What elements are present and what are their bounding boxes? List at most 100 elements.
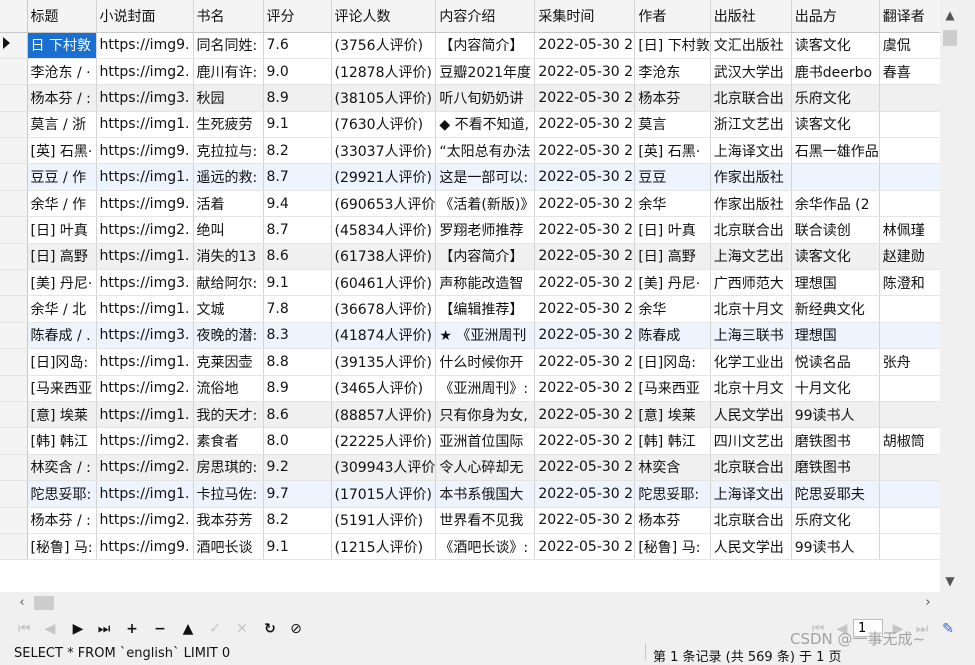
table-cell[interactable]: 9.2 xyxy=(263,454,332,482)
table-cell[interactable]: 文汇出版社 xyxy=(710,32,792,59)
table-cell[interactable]: [美] 丹尼· xyxy=(27,269,97,297)
table-row[interactable]: [美] 丹尼· https://img3. 献给阿尔: 9.1 (60461人评价) 声称… xyxy=(0,269,958,297)
table-cell[interactable]: 广西师范大 xyxy=(710,269,792,297)
table-cell[interactable]: 9.1 xyxy=(263,533,332,561)
scroll-down-icon[interactable]: ▼ xyxy=(940,572,960,590)
row-header[interactable] xyxy=(0,480,28,508)
column-header[interactable]: 评论人数 xyxy=(331,0,437,33)
table-cell[interactable]: 只有你身为女, xyxy=(435,401,536,429)
table-cell[interactable]: (45834人评价) xyxy=(331,216,437,244)
table-row[interactable]: [英] 石黑· https://img9. 克拉拉与: 8.2 (33037人评价) “太… xyxy=(0,137,958,165)
first-record-icon[interactable]: ⏮ xyxy=(14,619,34,639)
next-record-icon[interactable]: ▶ xyxy=(68,619,88,639)
table-cell[interactable]: 林奕含 / : xyxy=(27,454,97,482)
table-cell[interactable]: 99读书人 xyxy=(791,401,880,429)
column-header[interactable]: 出版社 xyxy=(710,0,792,33)
column-header[interactable]: 出品方 xyxy=(791,0,880,33)
row-header[interactable] xyxy=(0,375,28,402)
table-cell[interactable]: 房思琪的: xyxy=(193,454,264,482)
table-cell[interactable]: 9.0 xyxy=(263,58,332,86)
horizontal-scroll-thumb[interactable] xyxy=(34,596,54,610)
table-row[interactable]: [秘鲁] 马: https://img9. 酒吧长谈 9.1 (1215人评价) 《酒吧长… xyxy=(0,533,958,561)
table-cell[interactable]: 2022-05-30 2 xyxy=(534,269,636,297)
table-cell[interactable]: 鹿川有许: xyxy=(193,58,264,86)
table-cell[interactable]: 什么时候你开 xyxy=(435,348,536,376)
table-cell[interactable]: 乐府文化 xyxy=(791,507,880,534)
table-cell[interactable]: 人民文学出 xyxy=(710,533,792,561)
table-cell[interactable]: [美] 丹尼· xyxy=(634,269,711,297)
table-row[interactable]: [日] 高野 https://img1. 消失的13 8.6 (61738人评价) 【内容… xyxy=(0,243,958,271)
table-cell[interactable]: https://img1. xyxy=(96,163,194,191)
table-cell[interactable]: [秘鲁] 马: xyxy=(634,533,711,561)
table-cell[interactable]: [意] 埃莱 xyxy=(27,401,97,429)
table-cell[interactable]: 2022-05-30 2 xyxy=(534,322,636,350)
scroll-left-icon[interactable]: ‹ xyxy=(14,592,30,614)
scroll-up-icon[interactable]: ▲ xyxy=(940,6,960,24)
table-cell[interactable]: 上海译文出 xyxy=(710,137,792,165)
table-cell[interactable]: https://img2. xyxy=(96,507,194,534)
table-cell[interactable]: 罗翔老师推荐 xyxy=(435,216,536,244)
row-header[interactable] xyxy=(0,533,28,561)
table-cell[interactable]: 余华 xyxy=(634,295,711,323)
table-cell[interactable]: (3465人评价) xyxy=(331,375,437,402)
table-cell[interactable]: 8.9 xyxy=(263,375,332,402)
table-cell[interactable]: [日] 叶真 xyxy=(634,216,711,244)
table-cell[interactable]: 2022-05-30 2 xyxy=(534,533,636,561)
table-cell[interactable]: [日] 叶真 xyxy=(27,216,97,244)
table-cell[interactable]: 磨铁图书 xyxy=(791,427,880,455)
table-cell[interactable]: (309943人评价 xyxy=(331,454,437,482)
table-cell[interactable]: 克莱因壶 xyxy=(193,348,264,376)
table-row[interactable]: 日 下村敦 https://img9. 同名同姓: 7.6 (3756人评价) 【内容简介… xyxy=(0,32,958,59)
table-cell[interactable]: 悦读名品 xyxy=(791,348,880,376)
table-cell[interactable]: 莫言 / 浙 xyxy=(27,111,97,139)
row-header[interactable] xyxy=(0,348,28,376)
table-cell[interactable]: 余华 xyxy=(634,190,711,218)
column-header[interactable]: 评分 xyxy=(263,0,332,33)
table-cell[interactable]: 《活着(新版)》 xyxy=(435,190,536,218)
table-cell[interactable]: 北京联合出 xyxy=(710,507,792,534)
table-cell[interactable]: 2022-05-30 2 xyxy=(534,348,636,376)
table-cell[interactable]: 本书系俄国大 xyxy=(435,480,536,508)
table-cell[interactable]: 卡拉马佐: xyxy=(193,480,264,508)
table-cell[interactable]: [秘鲁] 马: xyxy=(27,533,97,561)
table-cell[interactable]: (3756人评价) xyxy=(331,32,437,59)
table-cell[interactable]: 听八旬奶奶讲 xyxy=(435,84,536,112)
table-cell[interactable]: 2022-05-30 2 xyxy=(534,84,636,112)
row-header[interactable] xyxy=(0,216,28,244)
table-cell[interactable]: (29921人评价) xyxy=(331,163,437,191)
table-cell[interactable]: 8.7 xyxy=(263,216,332,244)
table-cell[interactable]: 8.8 xyxy=(263,348,332,376)
prev-record-icon[interactable]: ◀ xyxy=(40,619,60,639)
table-cell[interactable]: [英] 石黑· xyxy=(634,137,711,165)
table-cell[interactable]: 文城 xyxy=(193,295,264,323)
table-cell[interactable]: 8.7 xyxy=(263,163,332,191)
row-header[interactable] xyxy=(0,111,28,139)
table-row[interactable]: 豆豆 / 作 https://img1. 遥远的救: 8.7 (29921人评价) 这是一… xyxy=(0,163,958,191)
column-header[interactable]: 内容介绍 xyxy=(435,0,536,33)
table-cell[interactable]: 陀思妥耶: xyxy=(27,480,97,508)
table-cell[interactable]: 陈春成 / . xyxy=(27,322,97,350)
table-cell[interactable]: 2022-05-30 2 xyxy=(534,507,636,534)
row-header[interactable] xyxy=(0,58,28,86)
table-cell[interactable]: ★ 《亚洲周刊 xyxy=(435,322,536,350)
table-cell[interactable]: 李沧东 / · xyxy=(27,58,97,86)
table-cell[interactable]: 浙江文艺出 xyxy=(710,111,792,139)
table-cell[interactable]: https://img9. xyxy=(96,137,194,165)
table-cell[interactable]: 2022-05-30 2 xyxy=(534,190,636,218)
table-cell[interactable]: 7.6 xyxy=(263,32,332,59)
table-cell[interactable]: 豆瓣2021年度 xyxy=(435,58,536,86)
table-cell[interactable]: https://img1. xyxy=(96,348,194,376)
row-header[interactable] xyxy=(0,84,28,112)
table-cell[interactable]: 北京联合出 xyxy=(710,216,792,244)
table-cell[interactable]: (1215人评价) xyxy=(331,533,437,561)
table-cell[interactable]: 生死疲劳 xyxy=(193,111,264,139)
delete-record-icon[interactable]: − xyxy=(150,619,170,639)
table-cell[interactable]: 【编辑推荐】 xyxy=(435,295,536,323)
table-cell[interactable]: (88857人评价) xyxy=(331,401,437,429)
vertical-scroll-thumb[interactable] xyxy=(943,30,957,46)
row-header[interactable] xyxy=(0,243,28,271)
table-cell[interactable]: https://img1. xyxy=(96,111,194,139)
table-cell[interactable]: 【内容简介】 xyxy=(435,243,536,271)
row-header[interactable] xyxy=(0,507,28,534)
row-header[interactable] xyxy=(0,137,28,165)
